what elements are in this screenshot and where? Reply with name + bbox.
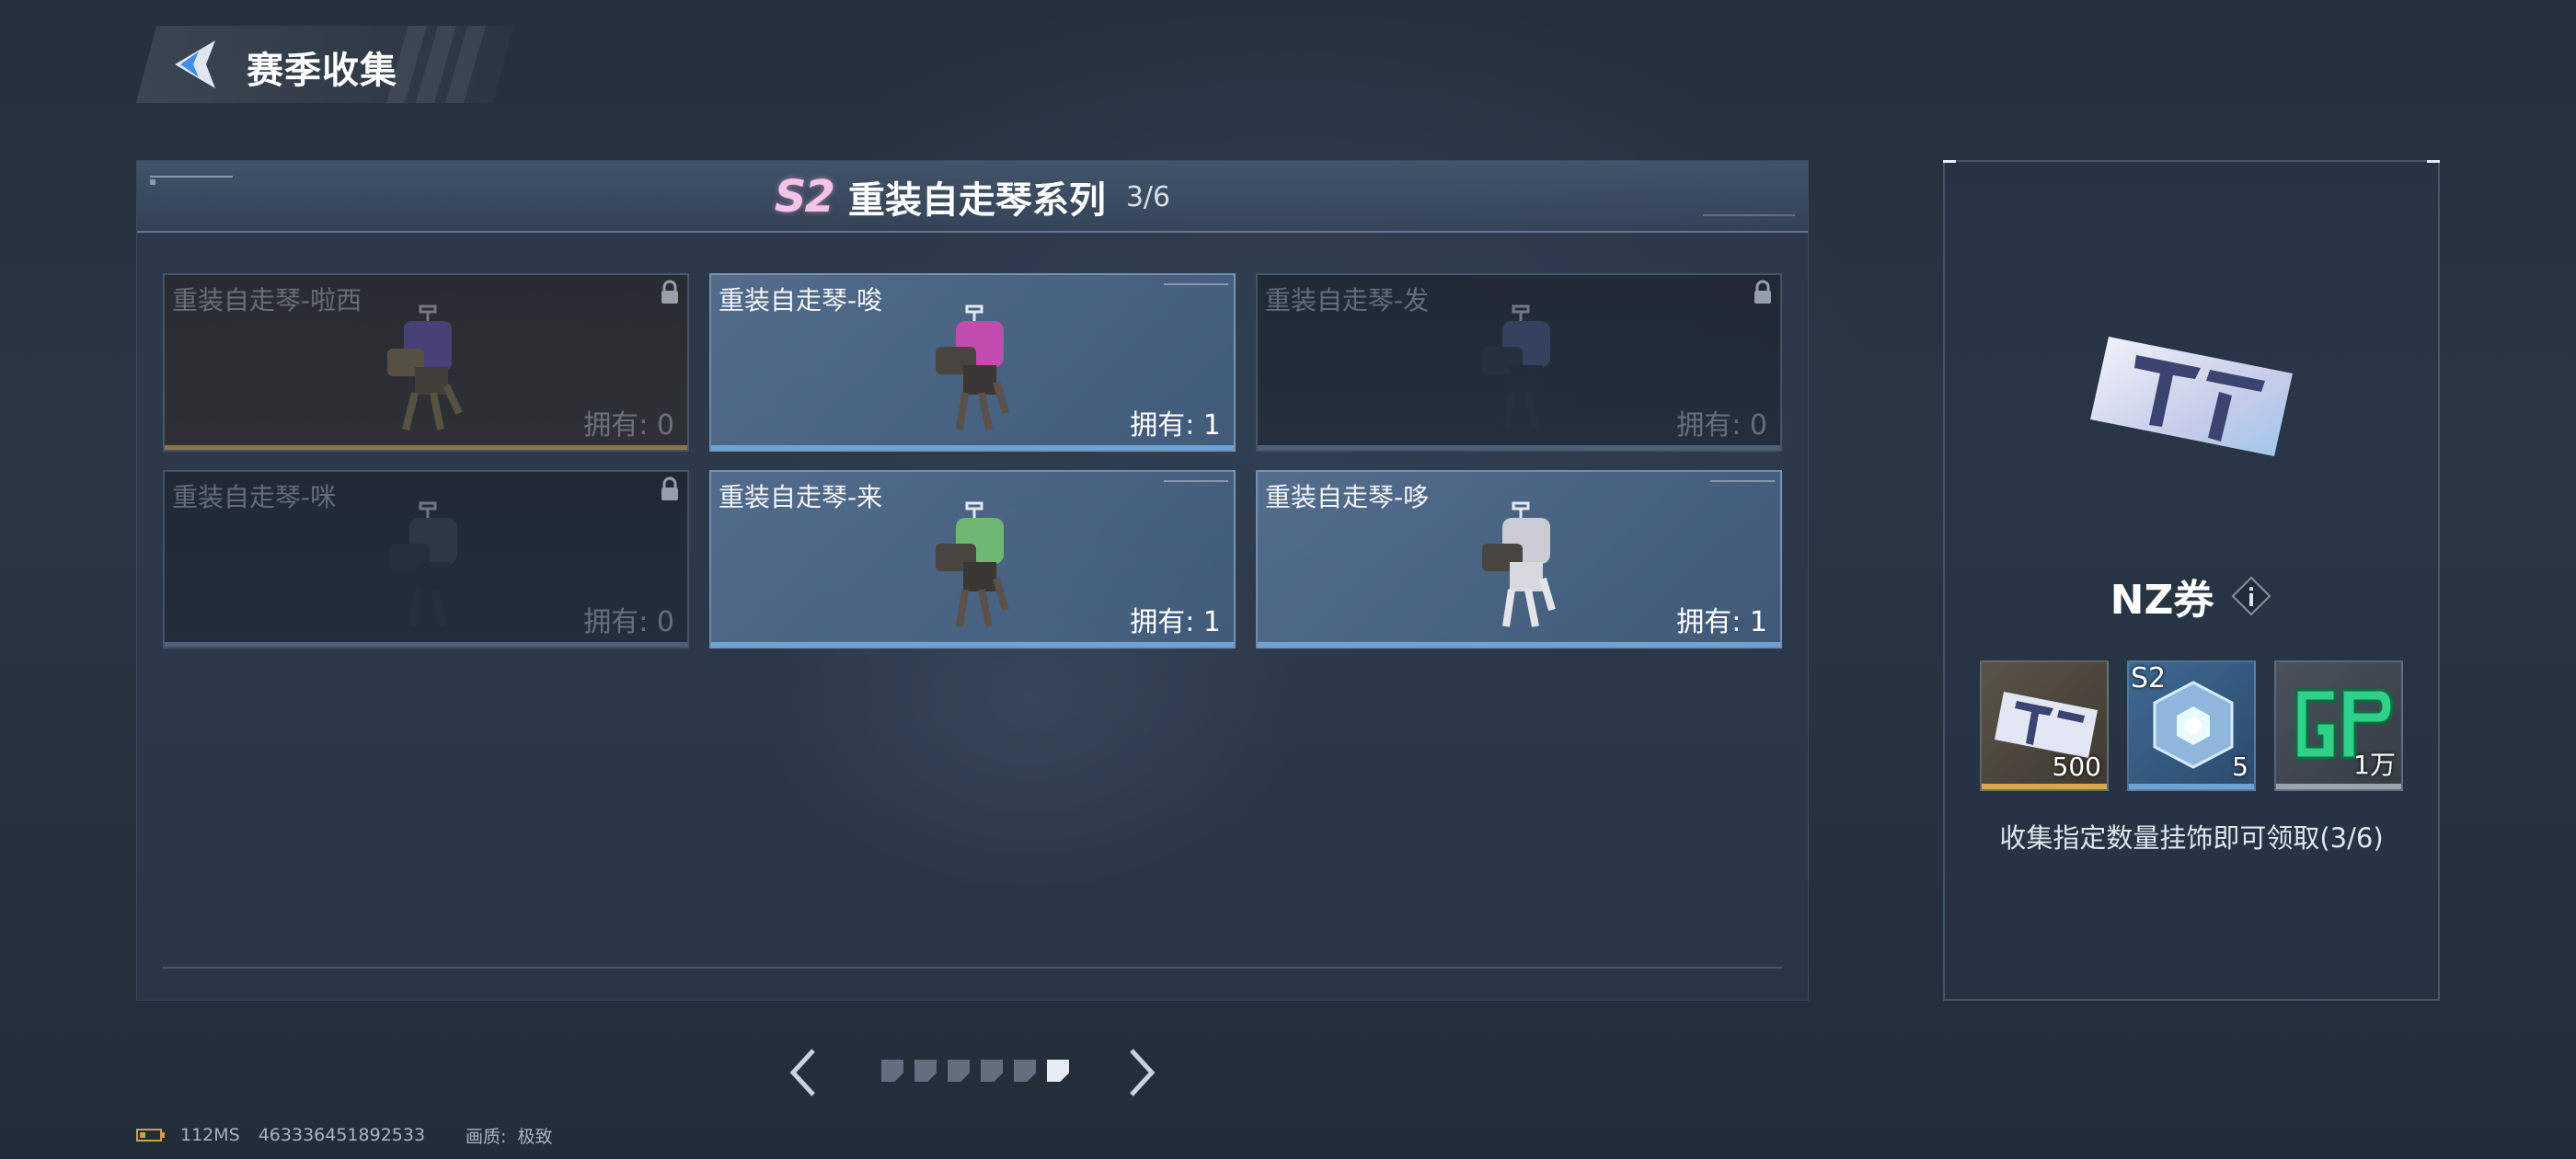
rarity-bar (2129, 784, 2254, 789)
owned-count: 拥有: 0 (1676, 409, 1767, 442)
collection-card[interactable]: 重装自走琴-咪 拥有: 0 (163, 470, 689, 648)
series-title: S2 重装自走琴系列 3/6 (137, 170, 1808, 224)
page-indicator (881, 1060, 1069, 1082)
item-name: 重装自走琴-咪 (172, 482, 337, 512)
card-status-bar (711, 445, 1234, 450)
item-name: 重装自走琴-发 (1265, 285, 1430, 316)
quality-value: 极致 (517, 1126, 553, 1147)
page-dot[interactable] (1047, 1060, 1069, 1082)
lock-icon (1754, 280, 1771, 304)
prev-page-arrow-icon[interactable] (788, 1047, 819, 1098)
robot-figurine-image (387, 304, 463, 430)
ping-value: 112MS (180, 1125, 240, 1145)
page-dot[interactable] (881, 1060, 903, 1082)
card-status-bar (1258, 642, 1780, 647)
card-status-bar (165, 642, 687, 647)
page-title: 赛季收集 (247, 50, 397, 92)
reward-quantity: 5 (2232, 752, 2248, 782)
collection-panel: S2 重装自走琴系列 3/6 重装自走琴-啦西 拥有: 0 重装自走琴-唆 拥有… (136, 160, 1809, 1001)
next-page-arrow-icon[interactable] (1126, 1047, 1157, 1098)
page-dot[interactable] (914, 1060, 937, 1082)
card-status-bar (165, 445, 687, 450)
card-status-bar (711, 642, 1234, 647)
panel-divider (163, 967, 1782, 969)
nz-ticket-image (2090, 337, 2293, 456)
owned-count: 拥有: 1 (1130, 409, 1221, 442)
reward-item-nz-ticket[interactable]: 500 (1980, 660, 2109, 791)
page-dot[interactable] (1014, 1060, 1036, 1082)
quality-label: 画质: (466, 1126, 507, 1147)
page-dot[interactable] (948, 1060, 970, 1082)
status-footer: 112MS 463336451892533 画质: 极致 (136, 1124, 553, 1147)
info-icon[interactable] (2230, 575, 2272, 617)
card-corner-decoration (1164, 283, 1228, 285)
back-arrow-icon[interactable] (162, 37, 219, 94)
card-status-bar (1258, 445, 1780, 450)
reward-item-crystal-crate[interactable]: S2 5 (2127, 660, 2256, 791)
item-name: 重装自走琴-唆 (719, 285, 883, 316)
item-name: 重装自走琴-啦西 (172, 285, 362, 316)
robot-figurine-image (936, 304, 1009, 430)
owned-count: 拥有: 0 (583, 409, 674, 442)
reward-title: NZ券 (1945, 567, 2438, 625)
owned-count: 拥有: 0 (583, 606, 674, 638)
series-header: S2 重装自走琴系列 3/6 (137, 161, 1808, 233)
lock-icon (661, 476, 678, 500)
reward-item-gp-coin[interactable]: 1万 (2274, 660, 2403, 791)
robot-figurine-image (1482, 501, 1556, 627)
collection-card[interactable]: 重装自走琴-唆 拥有: 1 (709, 273, 1236, 452)
collection-card[interactable]: 重装自走琴-发 拥有: 0 (1256, 273, 1782, 452)
player-id: 463336451892533 (258, 1125, 426, 1145)
corner-decoration (1703, 214, 1795, 216)
robot-figurine-image (389, 501, 457, 627)
reward-quantity: 500 (2052, 752, 2101, 782)
item-name: 重装自走琴-哆 (1265, 482, 1430, 512)
collection-card[interactable]: 重装自走琴-啦西 拥有: 0 (163, 273, 689, 452)
battery-icon (136, 1129, 165, 1142)
robot-figurine-image (936, 501, 1009, 627)
collection-card[interactable]: 重装自走琴-来 拥有: 1 (709, 470, 1236, 648)
page-dot[interactable] (981, 1060, 1003, 1082)
card-corner-decoration (1164, 480, 1228, 482)
season-badge: S2 (774, 171, 835, 223)
owned-count: 拥有: 1 (1676, 606, 1767, 638)
lock-icon (661, 280, 678, 304)
season-tag: S2 (2131, 662, 2167, 694)
owned-count: 拥有: 1 (1130, 606, 1221, 638)
series-progress: 3/6 (1125, 180, 1171, 213)
reward-quantity: 1万 (2353, 750, 2396, 780)
series-name: 重装自走琴系列 (847, 179, 1106, 222)
reward-panel: NZ券 500 S2 5 1万 收集指定数量挂饰即可领取(3/6) (1943, 160, 2440, 1001)
item-name: 重装自走琴-来 (719, 482, 883, 512)
rarity-bar (2276, 784, 2401, 789)
collect-requirement-text: 收集指定数量挂饰即可领取(3/6) (1999, 822, 2384, 854)
rarity-bar (1982, 784, 2107, 789)
robot-figurine-image (1482, 304, 1550, 430)
reward-name: NZ券 (2110, 577, 2214, 624)
card-corner-decoration (1710, 480, 1775, 482)
collection-card[interactable]: 重装自走琴-哆 拥有: 1 (1256, 470, 1782, 648)
header-stripes-decoration (381, 26, 510, 103)
